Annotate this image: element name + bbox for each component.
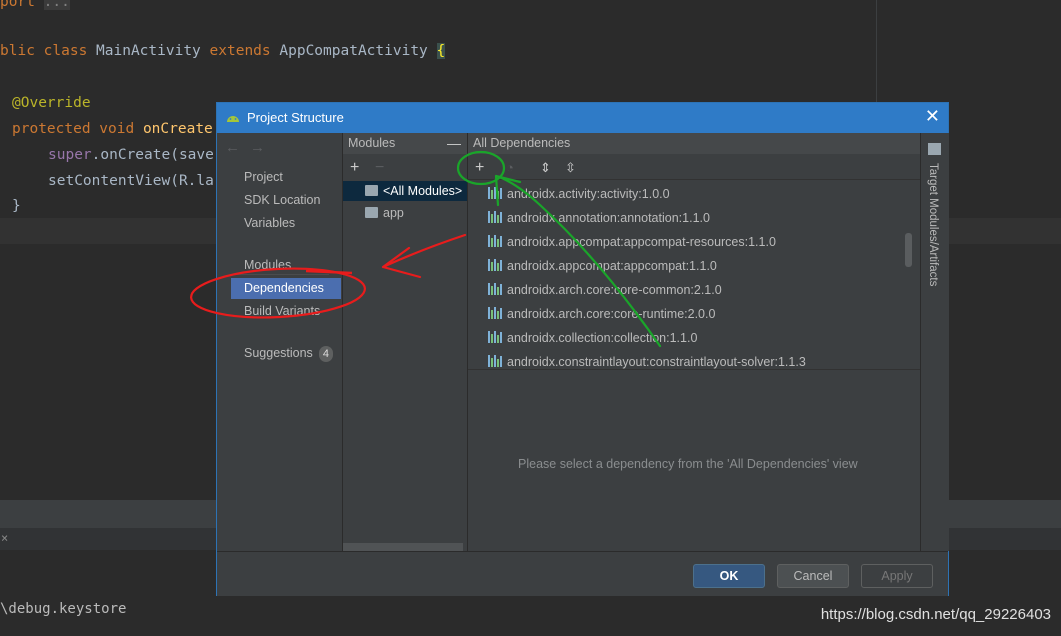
code-line-class-decl: blic class MainActivity extends AppCompa…: [0, 43, 446, 59]
dependency-item[interactable]: androidx.annotation:annotation:1.1.0: [488, 207, 710, 229]
code-line-override: @Override: [12, 95, 91, 111]
watermark: https://blog.csdn.net/qq_29226403: [820, 606, 1051, 623]
history-arrows: ←→: [225, 139, 275, 156]
library-icon: [488, 307, 503, 319]
dependency-list[interactable]: androidx.activity:activity:1.0.0 android…: [468, 181, 920, 370]
nav-item-suggestions-label: Suggestions: [244, 346, 313, 360]
folder-icon: [928, 143, 941, 155]
add-dependency-button[interactable]: +: [475, 159, 484, 177]
library-icon: [488, 331, 503, 343]
ok-button[interactable]: OK: [693, 564, 765, 588]
code-line-setcontentview: setContentView(R.la: [48, 173, 214, 189]
analyze-icon[interactable]: ◔: [506, 159, 514, 177]
modules-panel: Modules — + − <All Modules> app: [343, 133, 468, 551]
dependency-item[interactable]: androidx.activity:activity:1.0.0: [488, 183, 670, 205]
nav-panel: ←→ Project SDK Location Variables Module…: [217, 133, 343, 551]
modules-header-label: Modules: [348, 136, 396, 150]
library-icon: [488, 211, 503, 223]
nav-item-suggestions[interactable]: Suggestions 4: [231, 343, 341, 364]
forward-arrow-icon[interactable]: →: [250, 139, 275, 156]
collapse-all-icon[interactable]: ⇳: [565, 159, 576, 177]
module-item-all-modules[interactable]: <All Modules>: [343, 181, 467, 201]
nav-item-build-variants[interactable]: Build Variants: [231, 301, 341, 322]
dependency-label: androidx.arch.core:core-runtime:2.0.0: [507, 307, 716, 321]
collapse-panel-icon[interactable]: —: [447, 133, 461, 154]
suggestions-count-badge: 4: [318, 346, 333, 362]
dependency-item[interactable]: androidx.appcompat:appcompat-resources:1…: [488, 231, 776, 253]
dependency-item[interactable]: androidx.appcompat:appcompat:1.1.0: [488, 255, 717, 277]
library-icon: [488, 235, 503, 247]
console-text: \debug.keystore: [0, 601, 127, 617]
empty-details-message: Please select a dependency from the 'All…: [518, 457, 858, 471]
remove-module-button[interactable]: −: [375, 159, 384, 177]
dependency-label: androidx.appcompat:appcompat-resources:1…: [507, 235, 776, 249]
code-line-oncreate: protected void onCreate: [12, 121, 213, 137]
nav-item-dependencies[interactable]: Dependencies: [231, 278, 341, 299]
cancel-button[interactable]: Cancel: [777, 564, 849, 588]
android-icon: [227, 116, 239, 122]
dialog-title: Project Structure: [247, 110, 344, 125]
nav-item-sdk-location[interactable]: SDK Location: [231, 190, 341, 211]
folder-icon: [365, 185, 378, 196]
target-modules-side-tab[interactable]: Target Modules/Artifacts: [920, 133, 949, 551]
dependency-label: androidx.collection:collection:1.1.0: [507, 331, 698, 345]
dependencies-toolbar: + ◔ ⇕ ⇳: [468, 157, 920, 180]
dependency-label: androidx.annotation:annotation:1.1.0: [507, 211, 710, 225]
dependency-label: androidx.appcompat:appcompat:1.1.0: [507, 259, 717, 273]
module-item-label: <All Modules>: [383, 184, 463, 198]
library-icon: [488, 259, 503, 271]
dependency-item[interactable]: androidx.collection:collection:1.1.0: [488, 327, 697, 349]
code-line-super: super.onCreate(save: [48, 147, 214, 163]
library-icon: [488, 283, 503, 295]
dependency-label: androidx.constraintlayout:constraintlayo…: [507, 355, 806, 369]
dialog-titlebar[interactable]: Project Structure ✕: [217, 103, 948, 133]
dependencies-panel: All Dependencies + ◔ ⇕ ⇳ androidx.activi…: [468, 133, 920, 551]
nav-item-project[interactable]: Project: [231, 167, 341, 188]
modules-hscrollbar[interactable]: [343, 543, 463, 551]
expand-all-icon[interactable]: ⇕: [540, 159, 551, 177]
dependency-label: androidx.activity:activity:1.0.0: [507, 187, 670, 201]
add-module-button[interactable]: +: [350, 159, 359, 177]
nav-item-variables[interactable]: Variables: [231, 213, 341, 234]
dependency-item[interactable]: androidx.arch.core:core-runtime:2.0.0: [488, 303, 715, 325]
dialog-footer: OK Cancel Apply: [217, 551, 948, 596]
module-item-label: app: [383, 206, 404, 220]
folder-icon: [365, 207, 378, 218]
close-icon[interactable]: ✕: [925, 106, 940, 127]
dependency-list-scrollbar[interactable]: [905, 233, 912, 267]
modules-header: Modules —: [343, 133, 467, 154]
module-item-app[interactable]: app: [343, 203, 467, 223]
code-line-close-brace: }: [12, 198, 21, 214]
apply-button[interactable]: Apply: [861, 564, 933, 588]
dependency-item[interactable]: androidx.constraintlayout:constraintlayo…: [488, 351, 806, 369]
back-arrow-icon[interactable]: ←: [225, 139, 250, 156]
dependency-item[interactable]: androidx.arch.core:core-common:2.1.0: [488, 279, 722, 301]
library-icon: [488, 187, 503, 199]
side-tab-label: Target Modules/Artifacts: [927, 163, 939, 287]
project-structure-dialog: Project Structure ✕ ←→ Project SDK Locat…: [216, 102, 949, 596]
library-icon: [488, 355, 503, 367]
code-line-import: port ...: [0, 0, 70, 12]
nav-item-modules[interactable]: Modules: [231, 255, 341, 276]
all-dependencies-header: All Dependencies: [468, 133, 920, 154]
dependency-label: androidx.arch.core:core-common:2.1.0: [507, 283, 722, 297]
close-tab-icon[interactable]: ×: [1, 531, 8, 545]
